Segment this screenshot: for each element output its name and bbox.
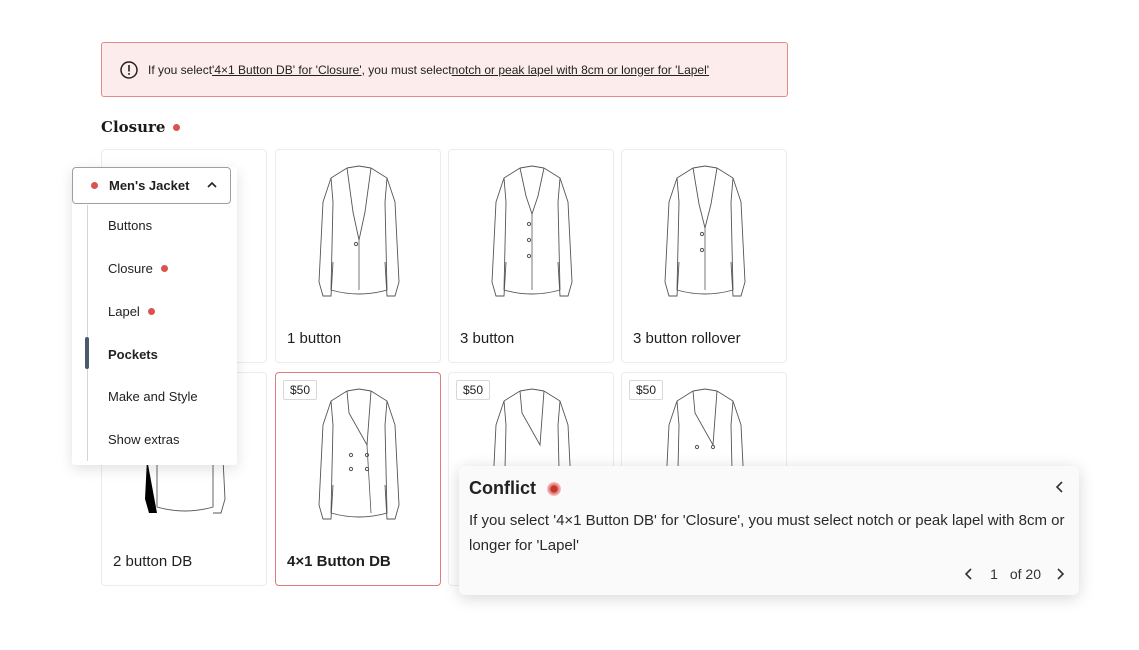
chevron-up-icon xyxy=(207,181,217,188)
conflict-popover: Conflict If you select '4×1 Button DB' f… xyxy=(459,466,1079,595)
nav-item-show-extras[interactable]: Show extras xyxy=(108,432,180,447)
section-title: Closure xyxy=(101,118,181,136)
alert-closure-link[interactable]: '4×1 Button DB' for 'Closure' xyxy=(212,63,362,77)
jacket-4x1-button-db-image xyxy=(318,388,400,520)
jacket-3-button-rollover-image xyxy=(664,165,746,297)
pager-total: of 20 xyxy=(1009,566,1041,582)
alert-lapel-link[interactable]: notch or peak lapel with 8cm or longer f… xyxy=(452,63,709,77)
conflict-pager: 1 of 20 xyxy=(962,566,1067,582)
error-dot xyxy=(173,123,181,131)
conflict-title: Conflict xyxy=(469,478,561,499)
jacket-1-button-image xyxy=(318,165,400,297)
nav-header-label: Men's Jacket xyxy=(109,178,190,193)
chevron-left-icon[interactable] xyxy=(1053,480,1067,494)
nav-item-label: Show extras xyxy=(108,432,180,447)
exclamation-circle-icon xyxy=(120,60,138,79)
option-card-4x1-button-db[interactable]: $50 4×1 Button DB xyxy=(275,372,441,586)
nav-item-closure[interactable]: Closure xyxy=(108,261,168,276)
option-card-3-button[interactable]: 3 button xyxy=(448,149,614,363)
option-label: 1 button xyxy=(287,330,342,347)
nav-item-label: Closure xyxy=(108,261,153,276)
nav-item-label: Make and Style xyxy=(108,389,198,404)
nav-active-indicator xyxy=(85,337,89,369)
pager-current-page: 1 xyxy=(990,566,998,582)
nav-item-pockets[interactable]: Pockets xyxy=(108,347,158,362)
error-dot xyxy=(91,182,98,189)
nav-dropdown-toggle[interactable]: Men's Jacket xyxy=(72,167,231,204)
previous-conflict-button[interactable] xyxy=(962,567,976,581)
error-dot xyxy=(147,308,155,315)
conflict-title-label: Conflict xyxy=(469,478,536,498)
option-label: 2 button DB xyxy=(113,553,193,570)
option-card-3-button-rollover[interactable]: 3 button rollover xyxy=(621,149,787,363)
option-label: 3 button rollover xyxy=(633,330,741,347)
conflict-indicator-dot xyxy=(547,481,561,496)
option-label: 3 button xyxy=(460,330,515,347)
error-dot xyxy=(160,265,168,272)
alert-text-prefix: If you select xyxy=(148,62,213,77)
option-label: 4×1 Button DB xyxy=(287,553,391,570)
section-nav-dropdown: Men's Jacket Buttons Closure Lapel Pocke… xyxy=(72,167,237,465)
conflict-alert-banner: If you select '4×1 Button DB' for 'Closu… xyxy=(101,42,788,97)
next-conflict-button[interactable] xyxy=(1053,567,1067,581)
nav-track-line xyxy=(87,205,88,461)
conflict-message: If you select '4×1 Button DB' for 'Closu… xyxy=(469,512,1065,554)
section-title-label: Closure xyxy=(101,118,166,136)
nav-item-make-and-style[interactable]: Make and Style xyxy=(108,389,198,404)
jacket-3-button-image xyxy=(491,165,573,297)
nav-item-lapel[interactable]: Lapel xyxy=(108,304,155,319)
option-card-1-button[interactable]: 1 button xyxy=(275,149,441,363)
nav-item-buttons[interactable]: Buttons xyxy=(108,218,152,233)
nav-item-label: Buttons xyxy=(108,218,153,233)
alert-text-middle: , you must select xyxy=(361,62,452,77)
nav-item-label: Pockets xyxy=(108,347,158,362)
nav-item-label: Lapel xyxy=(108,304,140,319)
